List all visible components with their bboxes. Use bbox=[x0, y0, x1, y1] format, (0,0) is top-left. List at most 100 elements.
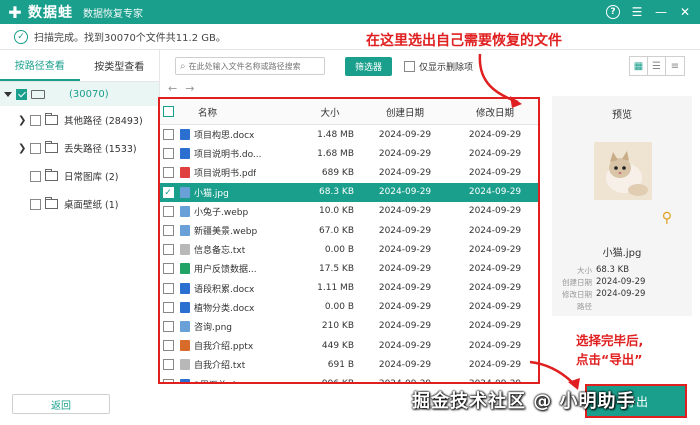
list-view-button[interactable]: ☰ bbox=[648, 57, 666, 75]
file-size: 67.0 KB bbox=[319, 225, 354, 236]
scan-status-row: ✓ 扫描完成。找到30070个文件共11.2 GB。 bbox=[0, 24, 700, 50]
chevron-down-icon[interactable] bbox=[4, 91, 12, 97]
row-checkbox[interactable] bbox=[162, 359, 174, 371]
file-name: 小猫.jpg bbox=[194, 188, 229, 199]
tree-item-checkbox[interactable] bbox=[30, 114, 41, 126]
row-checkbox[interactable] bbox=[162, 282, 174, 294]
zoom-preview-icon[interactable]: ⚲ bbox=[662, 210, 672, 226]
tree-item-checkbox[interactable] bbox=[30, 198, 41, 210]
grid-view-button[interactable]: ▦ bbox=[630, 57, 648, 75]
detail-view-button[interactable]: ≡ bbox=[666, 57, 684, 75]
table-row[interactable]: 项目说明书.do... 1.68 MB 2024-09-29 2024-09-29 bbox=[160, 144, 538, 163]
row-checkbox[interactable] bbox=[162, 244, 174, 256]
file-modified: 2024-09-29 bbox=[468, 225, 522, 236]
file-name: 语段积累.docx bbox=[194, 284, 255, 295]
close-button[interactable]: ✕ bbox=[676, 3, 694, 21]
header-size[interactable]: 大小 bbox=[286, 105, 358, 119]
table-row[interactable]: 自我介绍.txt 691 B 2024-09-29 2024-09-29 bbox=[160, 355, 538, 374]
chevron-right-icon[interactable]: ❯ bbox=[18, 143, 30, 154]
file-created: 2024-09-29 bbox=[378, 206, 432, 217]
row-checkbox[interactable] bbox=[162, 167, 174, 179]
tree-item-label: 日常图库 (2) bbox=[64, 172, 119, 183]
file-size: 0.00 B bbox=[324, 244, 354, 255]
header-created[interactable]: 创建日期 bbox=[358, 105, 452, 119]
minimize-icon: — bbox=[655, 5, 667, 19]
annotation-arrow-top bbox=[478, 53, 522, 108]
file-created: 2024-09-29 bbox=[378, 148, 432, 159]
scan-status-text: 扫描完成。找到30070个文件共11.2 GB。 bbox=[34, 33, 226, 44]
row-checkbox[interactable] bbox=[162, 378, 174, 382]
tree-item-daily-gallery[interactable]: 日常图库 (2) bbox=[0, 162, 159, 190]
row-checkbox[interactable] bbox=[162, 301, 174, 313]
file-modified: 2024-09-29 bbox=[468, 148, 522, 159]
word-icon bbox=[180, 301, 190, 313]
file-created: 2024-09-29 bbox=[378, 187, 432, 198]
table-row[interactable]: 语段积累.docx 1.11 MB 2024-09-29 2024-09-29 bbox=[160, 279, 538, 298]
table-row[interactable]: 项目构思.docx 1.48 MB 2024-09-29 2024-09-29 bbox=[160, 125, 538, 144]
header-name[interactable]: 名称 bbox=[180, 105, 286, 119]
file-created: 2024-09-29 bbox=[378, 302, 432, 313]
filter-button[interactable]: 筛选器 bbox=[345, 56, 393, 76]
table-row[interactable]: 新疆美景.webp 67.0 KB 2024-09-29 2024-09-29 bbox=[160, 221, 538, 240]
table-row[interactable]: 项目说明书.pdf 689 KB 2024-09-29 2024-09-29 bbox=[160, 163, 538, 182]
table-row[interactable]: 咨询.png 210 KB 2024-09-29 2024-09-29 bbox=[160, 317, 538, 336]
row-checkbox[interactable] bbox=[162, 263, 174, 275]
file-created: 2024-09-29 bbox=[378, 129, 432, 140]
search-input[interactable] bbox=[188, 61, 314, 71]
tab-by-type[interactable]: 按类型查看 bbox=[80, 50, 160, 81]
row-checkbox[interactable] bbox=[162, 205, 174, 217]
back-arrow-icon[interactable]: ← bbox=[168, 82, 177, 95]
row-checkbox[interactable] bbox=[162, 129, 174, 141]
table-row[interactable]: 植物分类.docx 0.00 B 2024-09-29 2024-09-29 bbox=[160, 298, 538, 317]
table-row[interactable]: 小兔子.webp 10.0 KB 2024-09-29 2024-09-29 bbox=[160, 202, 538, 221]
folder-icon bbox=[45, 113, 58, 125]
table-row[interactable]: 自我介绍.pptx 449 KB 2024-09-29 2024-09-29 bbox=[160, 336, 538, 355]
file-modified: 2024-09-29 bbox=[468, 187, 522, 198]
tree-item-desktop-wallpaper[interactable]: 桌面壁纸 (1) bbox=[0, 190, 159, 218]
select-all-checkbox[interactable] bbox=[162, 106, 174, 117]
back-button[interactable]: 返回 bbox=[12, 394, 110, 414]
search-icon[interactable]: ⌕ bbox=[180, 61, 186, 72]
table-row[interactable]: 用户反馈数据... 17.5 KB 2024-09-29 2024-09-29 bbox=[160, 259, 538, 278]
tree-item-label: 桌面壁纸 (1) bbox=[64, 200, 119, 211]
root-checkbox[interactable] bbox=[16, 88, 27, 100]
tree-item-other-path[interactable]: ❯ 其他路径 (28493) bbox=[0, 106, 159, 134]
tree-item-checkbox[interactable] bbox=[30, 142, 41, 154]
file-size: 996 KB bbox=[286, 379, 358, 382]
chevron-right-icon[interactable]: ❯ bbox=[18, 115, 30, 126]
image-icon bbox=[180, 205, 190, 217]
image-icon bbox=[180, 320, 190, 332]
row-checkbox[interactable] bbox=[162, 320, 174, 332]
file-size: 10.0 KB bbox=[319, 206, 354, 217]
meta-value: 2024-09-29 bbox=[596, 277, 646, 287]
forward-arrow-icon[interactable]: → bbox=[185, 82, 194, 95]
grid-icon: ▦ bbox=[633, 60, 644, 72]
word-icon bbox=[180, 148, 190, 160]
table-row[interactable]: ✓ 小猫.jpg 68.3 KB 2024-09-29 2024-09-29 bbox=[160, 182, 538, 202]
row-checkbox[interactable] bbox=[162, 225, 174, 237]
view-tabs: 按路径查看 按类型查看 bbox=[0, 50, 159, 82]
tree-item-lost-path[interactable]: ❯ 丢失路径 (1533) bbox=[0, 134, 159, 162]
minimize-button[interactable]: — bbox=[652, 3, 670, 21]
file-name: 1周汇总.docx bbox=[194, 378, 251, 382]
row-checkbox[interactable] bbox=[162, 340, 174, 352]
help-button[interactable]: ? bbox=[604, 3, 622, 21]
file-created: 2024-09-29 bbox=[378, 167, 432, 178]
search-box[interactable]: ⌕ bbox=[175, 57, 325, 75]
file-name: 自我介绍.pptx bbox=[194, 342, 254, 353]
tree-item-checkbox[interactable] bbox=[30, 170, 41, 182]
menu-button[interactable]: ☰ bbox=[628, 3, 646, 21]
toolbar: ⌕ 筛选器 仅显示删除项 ▦ ☰ ≡ bbox=[165, 55, 695, 77]
tree-root[interactable]: (30070) bbox=[0, 82, 159, 106]
folder-icon bbox=[45, 141, 58, 153]
file-size: 68.3 KB bbox=[319, 187, 354, 198]
row-checkbox[interactable] bbox=[162, 148, 174, 160]
tab-by-path[interactable]: 按路径查看 bbox=[0, 50, 80, 81]
table-row[interactable]: 1周汇总.docx996 KB2024-09-292024-09-29 bbox=[160, 374, 538, 382]
pdf-icon bbox=[180, 167, 190, 179]
row-checkbox[interactable]: ✓ bbox=[162, 186, 174, 198]
table-row[interactable]: 信息备忘.txt 0.00 B 2024-09-29 2024-09-29 bbox=[160, 240, 538, 259]
annotation-bottom-line1: 选择完毕后, bbox=[576, 333, 644, 348]
file-size: 1.48 MB bbox=[317, 129, 354, 140]
show-deleted-checkbox[interactable] bbox=[404, 60, 416, 72]
